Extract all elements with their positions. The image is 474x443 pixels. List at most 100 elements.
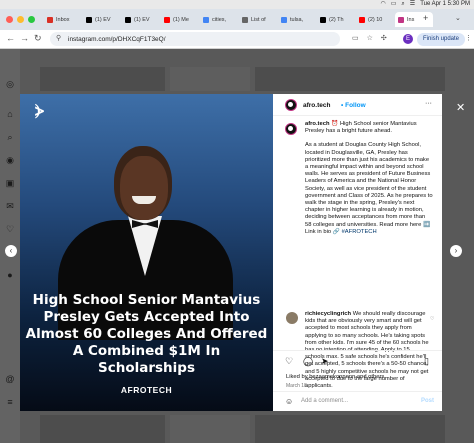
background-post-tile bbox=[40, 67, 165, 91]
reload-icon[interactable]: ↻ bbox=[34, 33, 42, 44]
add-comment-bar: ☺ Add a comment... Post bbox=[273, 391, 442, 411]
caption-body: As a student at Douglas County High Scho… bbox=[305, 142, 433, 228]
url-text: instagram.com/p/DHXCqF1T3eQ/ bbox=[68, 35, 166, 43]
close-modal-icon[interactable]: ✕ bbox=[456, 101, 465, 114]
home-icon[interactable]: ⌂ bbox=[5, 109, 15, 119]
instagram-logo-icon[interactable]: ◎ bbox=[5, 79, 15, 89]
profile-avatar[interactable]: E bbox=[403, 34, 413, 44]
close-window-button[interactable] bbox=[6, 16, 13, 23]
control-center-icon[interactable]: ☰ bbox=[410, 1, 415, 8]
profile-icon[interactable]: ● bbox=[5, 270, 15, 280]
next-post-button[interactable]: › bbox=[450, 245, 462, 257]
tab-favicon-icon bbox=[125, 16, 131, 23]
tab-label: (2) 10 bbox=[368, 16, 383, 23]
emoji-picker-icon[interactable]: ☺ bbox=[285, 397, 293, 406]
browser-menu-icon[interactable]: ⋮ bbox=[465, 34, 472, 42]
browser-tab[interactable]: tulsa, bbox=[278, 12, 315, 27]
more-menu-icon[interactable]: ≡ bbox=[5, 397, 15, 407]
notifications-icon[interactable]: ♡ bbox=[5, 224, 15, 234]
search-icon[interactable]: ⌕ bbox=[5, 132, 15, 142]
browser-tab[interactable]: (2) Th bbox=[317, 12, 354, 27]
tab-search-icon[interactable]: ⌄ bbox=[455, 14, 461, 22]
tab-favicon-icon bbox=[164, 16, 170, 23]
more-options-icon[interactable]: ··· bbox=[425, 100, 432, 107]
browser-tab[interactable]: cities, bbox=[200, 12, 237, 27]
tab-label: cities, bbox=[212, 16, 227, 23]
instagram-page: ◎ ⌂ ⌕ ◉ ▣ ✉ ♡ ⊞ ● @ ≡ ✕ ‹ › ⦔ High Schoo… bbox=[0, 49, 474, 443]
tab-favicon-icon bbox=[398, 16, 404, 23]
arrow-emoji-icon: ➡️ bbox=[422, 221, 431, 228]
tab-label: tulsa, bbox=[290, 16, 304, 23]
extensions-icon[interactable]: ✣ bbox=[381, 34, 387, 42]
alarm-emoji-icon: ⏰ bbox=[331, 121, 339, 127]
comment-author[interactable]: richiecyclingrich bbox=[305, 311, 351, 317]
background-post-tile bbox=[255, 415, 445, 443]
back-arrow-icon[interactable]: ← bbox=[6, 33, 15, 43]
tab-favicon-icon bbox=[86, 16, 92, 23]
author-username[interactable]: afro.tech bbox=[303, 102, 330, 109]
post-comment-button[interactable]: Post bbox=[421, 398, 434, 404]
tab-label: (1) EV bbox=[134, 16, 150, 23]
likes-summary[interactable]: Liked by bezaamekonnenn and others bbox=[286, 374, 384, 380]
browser-tab[interactable]: (2) 10 bbox=[356, 12, 393, 27]
background-post-tile bbox=[170, 415, 250, 443]
tab-favicon-icon bbox=[281, 16, 287, 23]
minimize-window-button[interactable] bbox=[17, 16, 24, 23]
post-date[interactable]: March 18 bbox=[286, 383, 307, 389]
caption-author-avatar[interactable] bbox=[285, 123, 297, 135]
background-post-tile bbox=[255, 67, 445, 91]
url-bar[interactable]: ⚲ instagram.com/p/DHXCqF1T3eQ/ bbox=[50, 32, 340, 46]
like-comment-icon[interactable]: ♡ bbox=[430, 316, 434, 322]
afrotech-logo-icon: ⦔ bbox=[35, 102, 45, 119]
tab-label: (1) EV bbox=[95, 16, 111, 23]
add-comment-input[interactable]: Add a comment... bbox=[301, 398, 348, 404]
previous-post-button[interactable]: ‹ bbox=[5, 245, 17, 257]
follow-label: Follow bbox=[345, 102, 366, 109]
battery-icon[interactable]: ▭ bbox=[391, 1, 397, 8]
bookmark-star-icon[interactable]: ☆ bbox=[367, 34, 373, 42]
macos-menu-bar: ◠ ▭ ⌕ ☰ Tue Apr 1 5:30 PM bbox=[0, 0, 474, 9]
browser-tab-strip: Inbox (1) EV (1) EV (1) Me cities, List of tul… bbox=[0, 9, 474, 30]
wifi-icon[interactable]: ◠ bbox=[381, 1, 386, 8]
browser-tab[interactable]: (1) Me bbox=[161, 12, 198, 27]
forward-arrow-icon[interactable]: → bbox=[20, 33, 29, 43]
tab-label: Inbox bbox=[56, 16, 70, 23]
caption-author[interactable]: afro.tech bbox=[305, 121, 329, 127]
background-post-tile bbox=[40, 415, 165, 443]
browser-tab[interactable]: (1) EV bbox=[83, 12, 120, 27]
tab-label: (1) Me bbox=[173, 16, 189, 23]
tab-favicon-icon bbox=[242, 16, 248, 23]
zoom-window-button[interactable] bbox=[28, 16, 35, 23]
commenter-avatar[interactable] bbox=[286, 312, 298, 324]
menubar-datetime[interactable]: Tue Apr 1 5:30 PM bbox=[420, 1, 470, 8]
save-bookmark-icon[interactable]: ▯ bbox=[424, 356, 429, 367]
post-details-pane: afro.tech • Follow ··· afro.tech ⏰ High … bbox=[273, 94, 442, 411]
image-brand: AFROTECH bbox=[120, 385, 173, 395]
follow-button[interactable]: • Follow bbox=[341, 102, 366, 109]
finish-update-button[interactable]: Finish update bbox=[417, 33, 466, 46]
like-icon[interactable]: ♡ bbox=[285, 356, 293, 367]
tab-label: (2) Th bbox=[329, 16, 344, 23]
background-post-tile bbox=[170, 67, 250, 91]
cast-icon[interactable]: ▭ bbox=[352, 34, 359, 42]
tab-favicon-icon bbox=[359, 16, 365, 23]
new-tab-button[interactable]: + bbox=[423, 13, 428, 23]
tab-favicon-icon bbox=[203, 16, 209, 23]
hashtag-link[interactable]: #AFROTECH bbox=[342, 229, 377, 235]
browser-tab[interactable]: List of bbox=[239, 12, 276, 27]
author-avatar[interactable] bbox=[285, 99, 297, 111]
browser-tab[interactable]: Inbox bbox=[44, 12, 81, 27]
threads-icon[interactable]: @ bbox=[5, 374, 15, 384]
image-headline: High School Senior Mantavius Presley Get… bbox=[25, 292, 268, 376]
share-icon[interactable]: ➤ bbox=[321, 356, 329, 367]
comment-icon[interactable]: ◯ bbox=[303, 356, 313, 367]
browser-tab[interactable]: (1) EV bbox=[122, 12, 159, 27]
tab-label: List of bbox=[251, 16, 266, 23]
explore-icon[interactable]: ◉ bbox=[5, 155, 15, 165]
post-actions: ♡ ◯ ➤ ▯ bbox=[273, 350, 442, 370]
tab-favicon-icon bbox=[320, 16, 326, 23]
site-info-icon[interactable]: ⚲ bbox=[56, 34, 61, 42]
messages-icon[interactable]: ✉ bbox=[5, 201, 15, 211]
search-icon[interactable]: ⌕ bbox=[401, 1, 404, 8]
reels-icon[interactable]: ▣ bbox=[5, 178, 15, 188]
